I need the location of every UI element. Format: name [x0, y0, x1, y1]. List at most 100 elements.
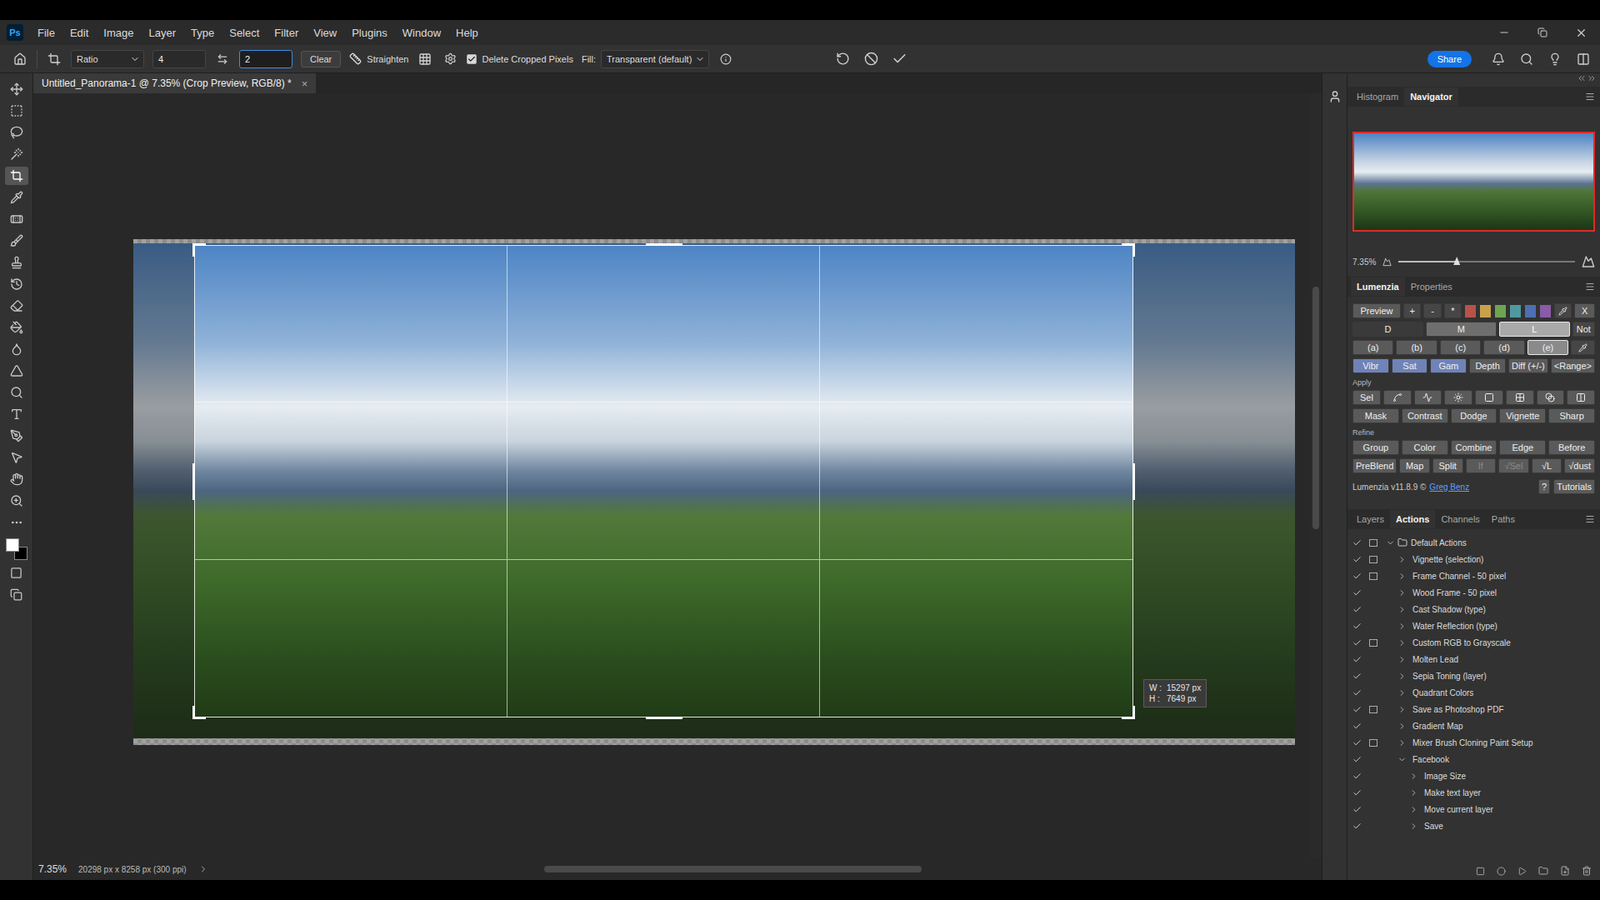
collapse-left-icon[interactable] [1576, 73, 1587, 84]
action-row[interactable]: Molten Lead [1347, 650, 1600, 668]
play-icon[interactable] [1517, 866, 1527, 876]
tool-button[interactable] [5, 253, 29, 272]
tool-preset-button[interactable] [45, 50, 63, 69]
quick-mask-button[interactable] [5, 563, 29, 582]
toggle-item[interactable] [1347, 805, 1366, 815]
mode-button[interactable]: Gam [1430, 358, 1467, 374]
toggle-item[interactable] [1347, 705, 1366, 715]
panel-tab[interactable]: Paths [1485, 510, 1521, 529]
toggle-item[interactable] [1347, 738, 1366, 748]
expand-toggle[interactable] [1397, 705, 1410, 715]
crop-corner-handle[interactable] [192, 243, 206, 257]
record-icon[interactable] [1496, 866, 1506, 876]
crop-edge-handle[interactable] [192, 463, 195, 500]
op-button[interactable]: - [1423, 303, 1441, 319]
crop-box[interactable] [194, 245, 1134, 718]
toggle-item[interactable] [1347, 588, 1366, 598]
action-row[interactable]: Save as Photoshop PDF [1347, 700, 1600, 718]
toggle-item[interactable] [1347, 821, 1366, 831]
horizontal-scrollbar[interactable] [220, 865, 1300, 873]
toggle-item[interactable] [1347, 621, 1366, 631]
zone-letter-button[interactable]: (e) [1527, 340, 1569, 355]
menu-item[interactable]: Edit [64, 23, 95, 43]
panel-tab[interactable]: Actions [1390, 510, 1435, 529]
apply-icon-button[interactable] [1414, 390, 1443, 405]
canvas[interactable]: W :15297 pxH :7649 px [33, 93, 1310, 859]
zoom-out-icon[interactable] [1382, 257, 1392, 267]
tool-button[interactable] [5, 318, 29, 337]
checkbox[interactable] [466, 54, 477, 65]
expand-toggle[interactable] [1409, 788, 1421, 798]
discover-button[interactable] [1546, 50, 1564, 69]
zone-letter-button[interactable]: (c) [1440, 340, 1481, 355]
tool-button[interactable] [5, 275, 29, 294]
apply-button[interactable]: Contrast [1401, 408, 1449, 424]
action-row[interactable]: Wood Frame - 50 pixel [1347, 584, 1600, 601]
toggle-item[interactable] [1347, 755, 1366, 765]
vertical-scrollbar[interactable] [1310, 93, 1322, 859]
refine-button[interactable]: Group [1352, 440, 1400, 455]
zoom-slider[interactable] [1398, 260, 1575, 263]
expand-toggle[interactable] [1397, 721, 1410, 731]
height-field[interactable]: 2 [239, 50, 293, 69]
crop-edge-handle[interactable] [645, 243, 683, 246]
minimize-button[interactable] [1485, 20, 1524, 45]
tool-button[interactable] [5, 123, 29, 142]
refine-button[interactable]: Map [1399, 458, 1430, 474]
op-button[interactable]: + [1403, 303, 1421, 319]
author-link[interactable]: Greg Benz [1429, 482, 1470, 492]
menu-icon[interactable] [1585, 91, 1595, 102]
color-swatch[interactable] [1464, 304, 1477, 319]
menu-item[interactable]: Plugins [345, 23, 394, 43]
chevron-right-icon[interactable] [198, 864, 209, 875]
refine-button[interactable]: PreBlend [1352, 458, 1397, 474]
menu-icon[interactable] [1585, 514, 1595, 525]
tool-button[interactable] [5, 145, 29, 164]
action-row[interactable]: Cast Shadow (type) [1347, 600, 1600, 618]
menu-icon[interactable] [1585, 281, 1595, 292]
refine-button[interactable]: Before [1548, 440, 1595, 455]
tool-button[interactable] [5, 448, 29, 467]
expand-toggle[interactable] [1397, 671, 1410, 681]
panel-tab[interactable]: Channels [1435, 510, 1485, 529]
toggle-item[interactable] [1347, 771, 1366, 781]
search-button[interactable] [1518, 50, 1535, 69]
info-button[interactable] [717, 50, 735, 69]
mode-button[interactable]: Sat [1391, 358, 1429, 374]
refine-button[interactable]: Edge [1499, 440, 1546, 455]
menu-item[interactable]: View [307, 23, 343, 43]
fill-dropdown[interactable]: Transparent (default) [600, 50, 710, 69]
toggle-dialog[interactable] [1365, 739, 1381, 747]
apply-icon-button[interactable] [1536, 390, 1565, 405]
apply-button[interactable]: Vignette [1499, 408, 1546, 424]
action-row[interactable]: Move current layer [1347, 800, 1600, 818]
apply-icon-button[interactable] [1505, 390, 1535, 405]
expand-toggle[interactable] [1397, 688, 1410, 698]
tool-button[interactable] [5, 188, 29, 207]
menu-item[interactable]: Type [185, 23, 220, 43]
menu-item[interactable]: Image [97, 23, 140, 43]
collapse-right-icon[interactable] [1586, 73, 1597, 84]
menu-item[interactable]: Layer [143, 23, 183, 43]
tool-button[interactable] [5, 491, 29, 510]
crop-corner-handle[interactable] [192, 705, 206, 720]
action-row[interactable]: Save [1347, 817, 1600, 835]
width-field[interactable]: 4 [152, 50, 206, 69]
crop-edge-handle[interactable] [645, 716, 683, 720]
settings-button[interactable] [441, 50, 459, 69]
navigator-thumbnail[interactable] [1352, 131, 1595, 232]
close-button[interactable]: X [1574, 303, 1595, 319]
straighten-button[interactable]: Straighten [349, 52, 409, 65]
apply-icon-button[interactable] [1475, 390, 1504, 405]
expand-toggle[interactable] [1397, 588, 1410, 598]
sel-button[interactable]: Sel [1352, 390, 1381, 405]
refine-button[interactable]: Split [1432, 458, 1464, 474]
toggle-dialog[interactable] [1365, 572, 1381, 580]
toggle-item[interactable] [1347, 688, 1366, 698]
apply-icon-button[interactable] [1444, 390, 1473, 405]
expand-toggle[interactable] [1397, 621, 1410, 631]
crop-corner-handle[interactable] [1121, 705, 1135, 720]
expand-toggle[interactable] [1397, 655, 1410, 665]
menu-item[interactable]: Window [396, 23, 447, 43]
menu-item[interactable]: File [31, 23, 61, 43]
